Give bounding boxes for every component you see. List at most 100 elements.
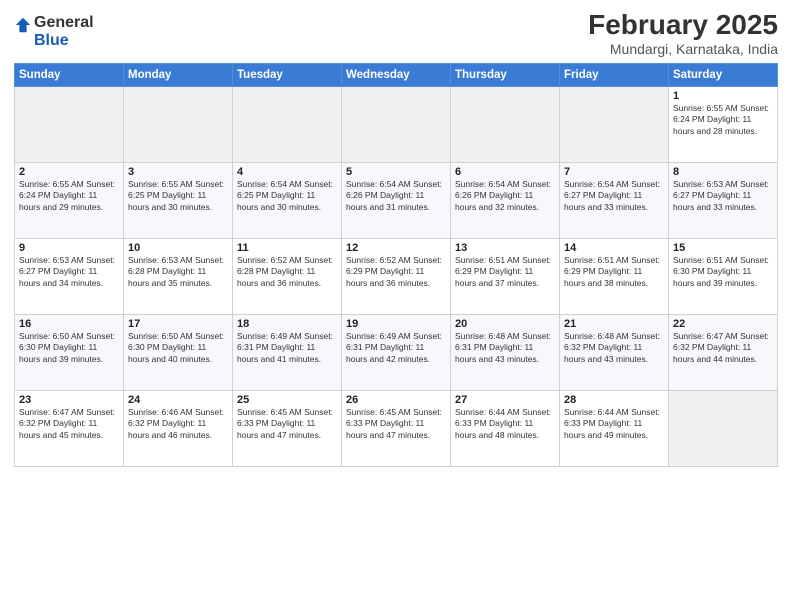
calendar-header-friday: Friday — [560, 63, 669, 86]
day-number: 12 — [346, 242, 446, 254]
day-info: Sunrise: 6:49 AM Sunset: 6:31 PM Dayligh… — [346, 331, 446, 365]
day-info: Sunrise: 6:54 AM Sunset: 6:26 PM Dayligh… — [455, 179, 555, 213]
day-number: 22 — [673, 318, 773, 330]
calendar-cell: 14Sunrise: 6:51 AM Sunset: 6:29 PM Dayli… — [560, 238, 669, 314]
calendar-cell: 9Sunrise: 6:53 AM Sunset: 6:27 PM Daylig… — [15, 238, 124, 314]
calendar-cell — [560, 86, 669, 162]
calendar-header-thursday: Thursday — [451, 63, 560, 86]
day-number: 13 — [455, 242, 555, 254]
day-number: 8 — [673, 166, 773, 178]
calendar-cell: 5Sunrise: 6:54 AM Sunset: 6:26 PM Daylig… — [342, 162, 451, 238]
day-number: 2 — [19, 166, 119, 178]
calendar-week-3: 9Sunrise: 6:53 AM Sunset: 6:27 PM Daylig… — [15, 238, 778, 314]
day-info: Sunrise: 6:53 AM Sunset: 6:27 PM Dayligh… — [19, 255, 119, 289]
calendar-cell: 24Sunrise: 6:46 AM Sunset: 6:32 PM Dayli… — [124, 390, 233, 466]
calendar-cell — [15, 86, 124, 162]
logo-general: General — [34, 14, 94, 32]
day-info: Sunrise: 6:54 AM Sunset: 6:25 PM Dayligh… — [237, 179, 337, 213]
day-info: Sunrise: 6:44 AM Sunset: 6:33 PM Dayligh… — [564, 407, 664, 441]
day-info: Sunrise: 6:52 AM Sunset: 6:28 PM Dayligh… — [237, 255, 337, 289]
calendar: SundayMondayTuesdayWednesdayThursdayFrid… — [14, 63, 778, 467]
day-number: 4 — [237, 166, 337, 178]
logo-blue: Blue — [34, 32, 94, 50]
day-info: Sunrise: 6:55 AM Sunset: 6:24 PM Dayligh… — [673, 103, 773, 137]
calendar-header-row: SundayMondayTuesdayWednesdayThursdayFrid… — [15, 63, 778, 86]
day-info: Sunrise: 6:48 AM Sunset: 6:31 PM Dayligh… — [455, 331, 555, 365]
day-info: Sunrise: 6:51 AM Sunset: 6:29 PM Dayligh… — [455, 255, 555, 289]
day-info: Sunrise: 6:53 AM Sunset: 6:27 PM Dayligh… — [673, 179, 773, 213]
day-info: Sunrise: 6:45 AM Sunset: 6:33 PM Dayligh… — [346, 407, 446, 441]
day-info: Sunrise: 6:54 AM Sunset: 6:26 PM Dayligh… — [346, 179, 446, 213]
calendar-cell: 25Sunrise: 6:45 AM Sunset: 6:33 PM Dayli… — [233, 390, 342, 466]
calendar-cell: 6Sunrise: 6:54 AM Sunset: 6:26 PM Daylig… — [451, 162, 560, 238]
calendar-header-sunday: Sunday — [15, 63, 124, 86]
month-title: February 2025 — [588, 10, 778, 41]
day-number: 16 — [19, 318, 119, 330]
calendar-cell: 23Sunrise: 6:47 AM Sunset: 6:32 PM Dayli… — [15, 390, 124, 466]
day-number: 7 — [564, 166, 664, 178]
calendar-week-1: 1Sunrise: 6:55 AM Sunset: 6:24 PM Daylig… — [15, 86, 778, 162]
calendar-header-wednesday: Wednesday — [342, 63, 451, 86]
calendar-cell: 4Sunrise: 6:54 AM Sunset: 6:25 PM Daylig… — [233, 162, 342, 238]
calendar-cell — [233, 86, 342, 162]
header: General Blue February 2025 Mundargi, Kar… — [14, 10, 778, 57]
day-number: 17 — [128, 318, 228, 330]
logo-icon — [14, 16, 32, 34]
day-number: 9 — [19, 242, 119, 254]
day-info: Sunrise: 6:45 AM Sunset: 6:33 PM Dayligh… — [237, 407, 337, 441]
day-info: Sunrise: 6:53 AM Sunset: 6:28 PM Dayligh… — [128, 255, 228, 289]
calendar-header-tuesday: Tuesday — [233, 63, 342, 86]
calendar-cell: 11Sunrise: 6:52 AM Sunset: 6:28 PM Dayli… — [233, 238, 342, 314]
calendar-cell: 8Sunrise: 6:53 AM Sunset: 6:27 PM Daylig… — [669, 162, 778, 238]
day-number: 6 — [455, 166, 555, 178]
calendar-cell: 28Sunrise: 6:44 AM Sunset: 6:33 PM Dayli… — [560, 390, 669, 466]
day-info: Sunrise: 6:48 AM Sunset: 6:32 PM Dayligh… — [564, 331, 664, 365]
calendar-cell: 13Sunrise: 6:51 AM Sunset: 6:29 PM Dayli… — [451, 238, 560, 314]
calendar-cell — [342, 86, 451, 162]
day-info: Sunrise: 6:51 AM Sunset: 6:29 PM Dayligh… — [564, 255, 664, 289]
day-number: 10 — [128, 242, 228, 254]
day-number: 1 — [673, 90, 773, 102]
calendar-header-monday: Monday — [124, 63, 233, 86]
day-number: 14 — [564, 242, 664, 254]
day-number: 28 — [564, 394, 664, 406]
day-number: 19 — [346, 318, 446, 330]
day-number: 27 — [455, 394, 555, 406]
day-number: 11 — [237, 242, 337, 254]
day-info: Sunrise: 6:47 AM Sunset: 6:32 PM Dayligh… — [673, 331, 773, 365]
calendar-cell: 26Sunrise: 6:45 AM Sunset: 6:33 PM Dayli… — [342, 390, 451, 466]
calendar-week-5: 23Sunrise: 6:47 AM Sunset: 6:32 PM Dayli… — [15, 390, 778, 466]
day-info: Sunrise: 6:47 AM Sunset: 6:32 PM Dayligh… — [19, 407, 119, 441]
day-number: 5 — [346, 166, 446, 178]
calendar-cell: 3Sunrise: 6:55 AM Sunset: 6:25 PM Daylig… — [124, 162, 233, 238]
location: Mundargi, Karnataka, India — [588, 41, 778, 57]
day-number: 25 — [237, 394, 337, 406]
calendar-header-saturday: Saturday — [669, 63, 778, 86]
calendar-week-2: 2Sunrise: 6:55 AM Sunset: 6:24 PM Daylig… — [15, 162, 778, 238]
day-number: 20 — [455, 318, 555, 330]
day-info: Sunrise: 6:55 AM Sunset: 6:25 PM Dayligh… — [128, 179, 228, 213]
calendar-cell — [669, 390, 778, 466]
calendar-cell — [451, 86, 560, 162]
day-info: Sunrise: 6:55 AM Sunset: 6:24 PM Dayligh… — [19, 179, 119, 213]
title-block: February 2025 Mundargi, Karnataka, India — [588, 10, 778, 57]
page: General Blue February 2025 Mundargi, Kar… — [0, 0, 792, 612]
logo-text: General Blue — [34, 14, 94, 49]
day-info: Sunrise: 6:44 AM Sunset: 6:33 PM Dayligh… — [455, 407, 555, 441]
day-number: 26 — [346, 394, 446, 406]
calendar-cell: 20Sunrise: 6:48 AM Sunset: 6:31 PM Dayli… — [451, 314, 560, 390]
day-info: Sunrise: 6:46 AM Sunset: 6:32 PM Dayligh… — [128, 407, 228, 441]
day-info: Sunrise: 6:49 AM Sunset: 6:31 PM Dayligh… — [237, 331, 337, 365]
calendar-cell: 10Sunrise: 6:53 AM Sunset: 6:28 PM Dayli… — [124, 238, 233, 314]
day-number: 3 — [128, 166, 228, 178]
day-info: Sunrise: 6:52 AM Sunset: 6:29 PM Dayligh… — [346, 255, 446, 289]
calendar-cell — [124, 86, 233, 162]
calendar-cell: 18Sunrise: 6:49 AM Sunset: 6:31 PM Dayli… — [233, 314, 342, 390]
day-number: 15 — [673, 242, 773, 254]
calendar-cell: 19Sunrise: 6:49 AM Sunset: 6:31 PM Dayli… — [342, 314, 451, 390]
calendar-cell: 2Sunrise: 6:55 AM Sunset: 6:24 PM Daylig… — [15, 162, 124, 238]
calendar-cell: 22Sunrise: 6:47 AM Sunset: 6:32 PM Dayli… — [669, 314, 778, 390]
day-info: Sunrise: 6:50 AM Sunset: 6:30 PM Dayligh… — [128, 331, 228, 365]
day-info: Sunrise: 6:51 AM Sunset: 6:30 PM Dayligh… — [673, 255, 773, 289]
day-number: 18 — [237, 318, 337, 330]
